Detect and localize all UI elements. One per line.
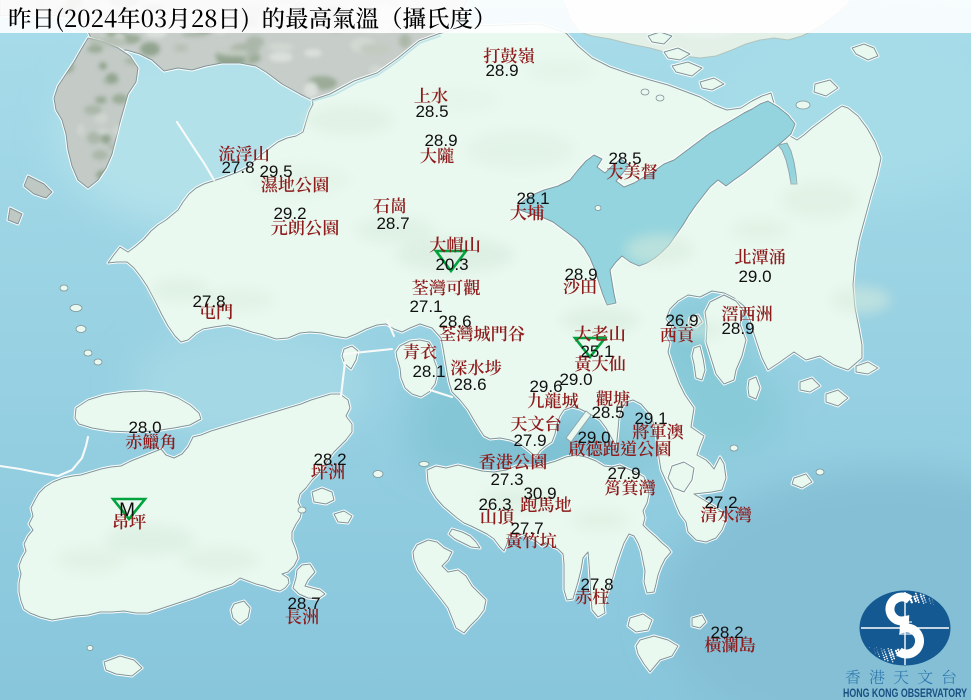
svg-text:28.9: 28.9 — [564, 265, 597, 284]
svg-text:28.9: 28.9 — [424, 131, 457, 150]
svg-text:HONG KONG OBSERVATORY: HONG KONG OBSERVATORY — [843, 686, 967, 700]
svg-text:28.7: 28.7 — [376, 214, 409, 233]
svg-text:28.9: 28.9 — [721, 319, 754, 338]
svg-text:28.5: 28.5 — [415, 102, 448, 121]
svg-text:28.7: 28.7 — [287, 594, 320, 613]
svg-text:28.0: 28.0 — [128, 418, 161, 437]
svg-text:28.5: 28.5 — [591, 403, 624, 422]
svg-text:28.1: 28.1 — [516, 189, 549, 208]
svg-text:20.3: 20.3 — [435, 255, 468, 274]
svg-text:25.1: 25.1 — [580, 342, 613, 361]
svg-text:29.1: 29.1 — [634, 409, 667, 428]
svg-text:27.8: 27.8 — [580, 575, 613, 594]
svg-text:27.7: 27.7 — [510, 519, 543, 538]
svg-text:27.8: 27.8 — [192, 292, 225, 311]
svg-text:28.1: 28.1 — [412, 362, 445, 381]
svg-text:27.8: 27.8 — [221, 158, 254, 177]
svg-text:29.0: 29.0 — [559, 370, 592, 389]
svg-text:28.6: 28.6 — [453, 375, 486, 394]
svg-text:28.5: 28.5 — [608, 149, 641, 168]
svg-text:27.9: 27.9 — [607, 464, 640, 483]
svg-text:28.2: 28.2 — [313, 450, 346, 469]
svg-text:29.0: 29.0 — [577, 428, 610, 447]
svg-text:26.9: 26.9 — [665, 311, 698, 330]
svg-text:M: M — [119, 500, 135, 521]
svg-text:29.6: 29.6 — [529, 377, 562, 396]
svg-text:28.9: 28.9 — [485, 61, 518, 80]
svg-text:29.5: 29.5 — [259, 162, 292, 181]
svg-text:29.0: 29.0 — [738, 267, 771, 286]
svg-text:30.9: 30.9 — [523, 484, 556, 503]
svg-text:28.6: 28.6 — [438, 312, 471, 331]
svg-text:26.3: 26.3 — [478, 495, 511, 514]
svg-text:27.2: 27.2 — [704, 493, 737, 512]
svg-text:28.2: 28.2 — [710, 623, 743, 642]
svg-text:29.2: 29.2 — [273, 204, 306, 223]
svg-text:27.3: 27.3 — [490, 470, 523, 489]
svg-text:27.9: 27.9 — [513, 431, 546, 450]
